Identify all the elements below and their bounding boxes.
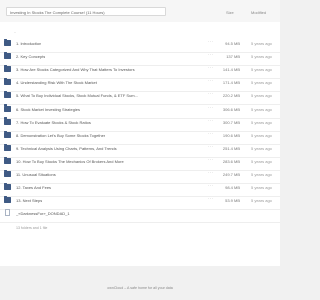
item-size: 251.4 MB bbox=[222, 145, 240, 151]
folder-icon bbox=[4, 195, 11, 204]
item-name[interactable]: 6. Stock Market Investing Strategies bbox=[16, 107, 80, 112]
item-name[interactable]: 9. Technical Analysis Using Charts, Patt… bbox=[16, 146, 117, 151]
item-modified: 5 years ago bbox=[251, 106, 272, 112]
breadcrumb[interactable]: Investing In Stocks The Complete Course!… bbox=[6, 7, 166, 16]
item-name[interactable]: 13. Next Steps bbox=[16, 198, 42, 203]
folder-icon bbox=[4, 104, 11, 112]
folder-icon bbox=[4, 130, 11, 138]
item-name[interactable]: _«DarknessFor»_DONDAD_1 bbox=[16, 211, 70, 216]
item-name[interactable]: 8. Demonstration Let's Buy Some Stocks T… bbox=[16, 133, 105, 138]
folder-icon bbox=[4, 143, 11, 151]
item-size: 98.4 MB bbox=[225, 185, 240, 191]
item-size: 171.4 MB bbox=[222, 80, 240, 86]
modified-column-header[interactable]: Modified bbox=[251, 10, 266, 15]
folder-icon bbox=[4, 64, 11, 73]
parent-directory-link[interactable]: .. bbox=[14, 29, 16, 34]
item-modified: 5 years ago bbox=[251, 80, 272, 86]
size-column-header[interactable]: Size bbox=[226, 10, 234, 15]
folder-icon bbox=[4, 169, 11, 177]
item-size: 306.6 MB bbox=[222, 106, 240, 112]
more-actions-icon[interactable]: ··· bbox=[208, 39, 214, 44]
file-row[interactable]: _«DarknessFor»_DONDAD_1 bbox=[0, 206, 280, 224]
item-size: 300.7 MB bbox=[222, 119, 240, 125]
more-actions-icon[interactable]: ··· bbox=[208, 52, 214, 57]
file-icon bbox=[5, 209, 10, 217]
item-name[interactable]: 10. How To Buy Stocks The Mechanics Of B… bbox=[16, 159, 124, 164]
item-modified: 5 years ago bbox=[251, 172, 272, 177]
folder-icon bbox=[4, 78, 11, 86]
more-actions-icon[interactable]: ··· bbox=[208, 118, 214, 123]
item-size: 53.9 MB bbox=[225, 198, 240, 204]
more-actions-icon[interactable]: ··· bbox=[208, 183, 214, 188]
item-name[interactable]: 5. What To Buy Individual Stocks, Stock … bbox=[16, 93, 138, 98]
more-actions-icon[interactable]: ··· bbox=[208, 144, 214, 149]
item-name[interactable]: 4. Understanding Risk With The Stock Mar… bbox=[16, 80, 97, 85]
folder-icon bbox=[4, 182, 11, 191]
item-size: 94.5 MB bbox=[225, 41, 240, 46]
more-actions-icon[interactable]: ··· bbox=[208, 157, 214, 162]
item-size: 141.4 MB bbox=[222, 67, 240, 73]
item-name[interactable]: 7. How To Evaluate Stocks & Stock Ratios bbox=[16, 120, 91, 125]
more-actions-icon[interactable]: ··· bbox=[208, 196, 214, 201]
item-modified: 5 years ago bbox=[251, 119, 272, 125]
parent-directory-row[interactable]: .. bbox=[0, 26, 280, 36]
folder-icon bbox=[4, 117, 11, 125]
footer-text: ownCloud – A safe home for all your data bbox=[107, 286, 173, 290]
item-modified: 5 years ago bbox=[251, 93, 272, 99]
folder-icon bbox=[4, 51, 11, 60]
item-modified: 5 years ago bbox=[251, 198, 272, 204]
item-size: 283.6 MB bbox=[222, 158, 240, 164]
top-bar: Investing In Stocks The Complete Course!… bbox=[0, 0, 280, 23]
item-name[interactable]: 1. Introduction bbox=[16, 41, 41, 46]
more-actions-icon[interactable]: ··· bbox=[208, 105, 214, 110]
item-name[interactable]: 12. Taxes And Fees bbox=[16, 185, 51, 190]
item-name[interactable]: 3. How Are Stocks Categorized And Why Th… bbox=[16, 67, 135, 72]
item-name[interactable]: 2. Key Concepts bbox=[16, 54, 45, 59]
more-actions-icon[interactable]: ··· bbox=[208, 131, 214, 136]
file-list-summary: 13 folders and 1 file bbox=[16, 226, 48, 230]
more-actions-icon[interactable]: ··· bbox=[208, 65, 214, 70]
item-modified: 5 years ago bbox=[251, 132, 272, 138]
item-modified: 5 years ago bbox=[251, 67, 272, 73]
item-name[interactable]: 11. Unusual Situations bbox=[16, 172, 56, 177]
folder-icon bbox=[4, 91, 11, 99]
item-size: 249.7 MB bbox=[222, 172, 240, 177]
more-actions-icon[interactable]: ··· bbox=[208, 78, 214, 83]
item-modified: 5 years ago bbox=[251, 54, 272, 60]
item-modified: 5 years ago bbox=[251, 41, 272, 46]
folder-icon bbox=[4, 38, 11, 46]
more-actions-icon[interactable]: ··· bbox=[208, 91, 214, 96]
more-actions-icon[interactable]: ··· bbox=[208, 170, 214, 175]
item-modified: 5 years ago bbox=[251, 185, 272, 191]
item-size: 220.2 MB bbox=[222, 93, 240, 99]
item-size: 137 MB bbox=[226, 54, 240, 60]
item-size: 190.6 MB bbox=[222, 132, 240, 138]
item-modified: 5 years ago bbox=[251, 145, 272, 151]
item-modified: 5 years ago bbox=[251, 158, 272, 164]
folder-icon bbox=[4, 156, 11, 164]
